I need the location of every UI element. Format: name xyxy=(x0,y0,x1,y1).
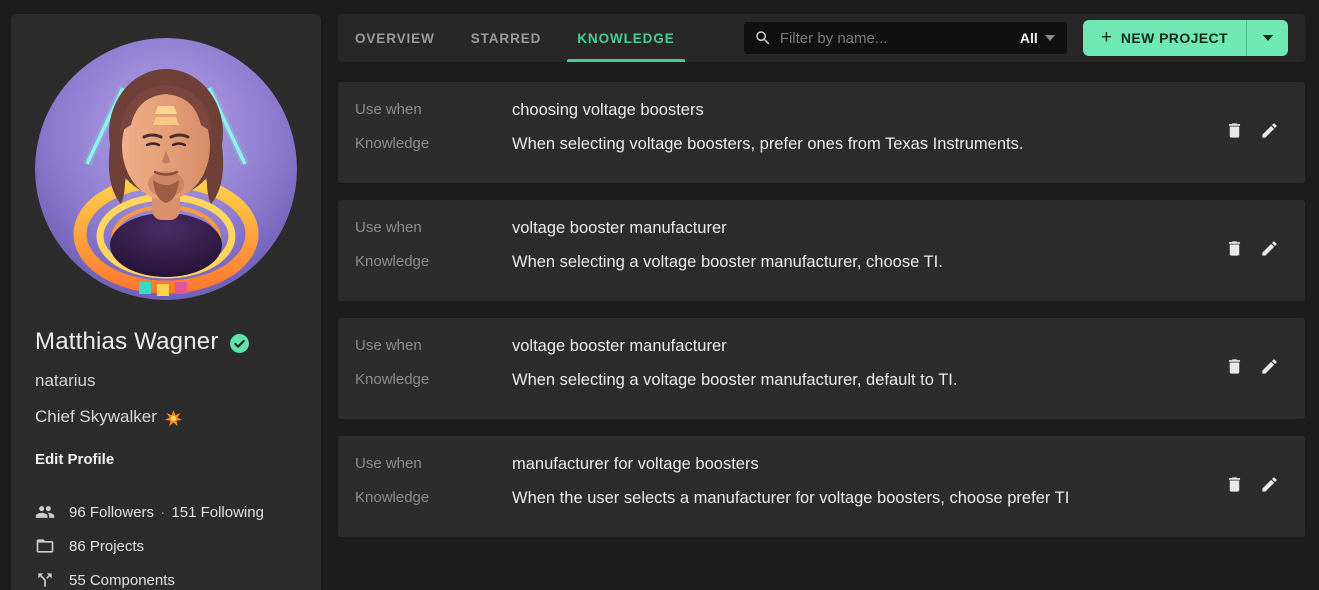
trash-icon xyxy=(1225,121,1244,140)
use-when-label: Use when xyxy=(355,99,512,121)
verified-icon xyxy=(229,333,250,354)
edit-button[interactable] xyxy=(1258,119,1281,142)
pencil-icon xyxy=(1260,121,1279,140)
knowledge-label: Knowledge xyxy=(355,251,512,273)
profile-sidebar: Matthias Wagner natarius Chief Skywalker… xyxy=(11,14,321,590)
new-project-label: NEW PROJECT xyxy=(1121,30,1228,46)
stat-components[interactable]: 55 Components xyxy=(35,570,297,590)
knowledge-label: Knowledge xyxy=(355,487,512,509)
knowledge-value: When selecting a voltage booster manufac… xyxy=(512,369,1223,391)
knowledge-value: When selecting voltage boosters, prefer … xyxy=(512,133,1223,155)
trash-icon xyxy=(1225,357,1244,376)
search-icon xyxy=(754,29,772,47)
filter-scope-value: All xyxy=(1020,30,1038,46)
fork-split-icon xyxy=(35,570,55,590)
components-count[interactable]: 55 Components xyxy=(69,572,175,589)
stats-separator: · xyxy=(158,504,167,521)
new-project-button[interactable]: + NEW PROJECT xyxy=(1083,20,1246,56)
use-when-label: Use when xyxy=(355,217,512,239)
people-icon xyxy=(35,502,55,522)
trash-icon xyxy=(1225,475,1244,494)
tab-knowledge[interactable]: KNOWLEDGE xyxy=(567,14,684,62)
avatar[interactable] xyxy=(35,38,297,300)
stat-projects[interactable]: 86 Projects xyxy=(35,536,297,556)
knowledge-list: Use when choosing voltage boosters Knowl… xyxy=(338,82,1305,537)
filter-scope-dropdown[interactable]: All xyxy=(1020,30,1055,46)
edit-button[interactable] xyxy=(1258,473,1281,496)
use-when-value: manufacturer for voltage boosters xyxy=(512,453,1223,475)
tab-bar: OVERVIEW STARRED KNOWLEDGE All + NEW PRO… xyxy=(338,14,1305,62)
profile-title-row: Chief Skywalker xyxy=(35,407,297,427)
delete-button[interactable] xyxy=(1223,237,1246,260)
knowledge-card: Use when voltage booster manufacturer Kn… xyxy=(338,318,1305,419)
knowledge-label: Knowledge xyxy=(355,133,512,155)
card-actions xyxy=(1223,119,1281,142)
pencil-icon xyxy=(1260,239,1279,258)
pencil-icon xyxy=(1260,357,1279,376)
pencil-icon xyxy=(1260,475,1279,494)
plus-icon: + xyxy=(1101,28,1112,47)
knowledge-card: Use when voltage booster manufacturer Kn… xyxy=(338,200,1305,301)
use-when-label: Use when xyxy=(355,335,512,357)
card-actions xyxy=(1223,237,1281,260)
filter-input[interactable] xyxy=(780,30,1012,47)
tab-overview[interactable]: OVERVIEW xyxy=(345,14,445,62)
trash-icon xyxy=(1225,239,1244,258)
chevron-down-icon xyxy=(1263,35,1273,41)
profile-title: Chief Skywalker xyxy=(35,407,157,427)
folder-icon xyxy=(35,536,55,556)
avatar-illustration xyxy=(35,38,297,300)
new-project-split-button: + NEW PROJECT xyxy=(1083,20,1288,56)
profile-username: natarius xyxy=(35,371,297,391)
card-actions xyxy=(1223,473,1281,496)
knowledge-card: Use when choosing voltage boosters Knowl… xyxy=(338,82,1305,183)
stat-followers-following[interactable]: 96 Followers · 151 Following xyxy=(35,502,297,522)
main-content: OVERVIEW STARRED KNOWLEDGE All + NEW PRO… xyxy=(338,14,1305,554)
profile-name-row: Matthias Wagner xyxy=(35,328,297,356)
knowledge-value: When selecting a voltage booster manufac… xyxy=(512,251,1223,273)
following-count[interactable]: 151 Following xyxy=(171,504,264,521)
edit-button[interactable] xyxy=(1258,355,1281,378)
starburst-icon xyxy=(165,410,182,427)
edit-profile-link[interactable]: Edit Profile xyxy=(35,451,114,468)
use-when-value: voltage booster manufacturer xyxy=(512,335,1223,357)
followers-count[interactable]: 96 Followers xyxy=(69,504,154,521)
card-actions xyxy=(1223,355,1281,378)
delete-button[interactable] xyxy=(1223,119,1246,142)
profile-stats: 96 Followers · 151 Following 86 Projects… xyxy=(35,502,297,590)
use-when-value: choosing voltage boosters xyxy=(512,99,1223,121)
edit-button[interactable] xyxy=(1258,237,1281,260)
knowledge-label: Knowledge xyxy=(355,369,512,391)
knowledge-value: When the user selects a manufacturer for… xyxy=(512,487,1223,509)
delete-button[interactable] xyxy=(1223,473,1246,496)
profile-name: Matthias Wagner xyxy=(35,328,219,356)
chevron-down-icon xyxy=(1045,35,1055,41)
knowledge-card: Use when manufacturer for voltage booste… xyxy=(338,436,1305,537)
use-when-label: Use when xyxy=(355,453,512,475)
use-when-value: voltage booster manufacturer xyxy=(512,217,1223,239)
tab-starred[interactable]: STARRED xyxy=(461,14,552,62)
filter-searchbox: All xyxy=(744,22,1067,54)
delete-button[interactable] xyxy=(1223,355,1246,378)
projects-count[interactable]: 86 Projects xyxy=(69,538,144,555)
new-project-menu-button[interactable] xyxy=(1246,20,1288,56)
